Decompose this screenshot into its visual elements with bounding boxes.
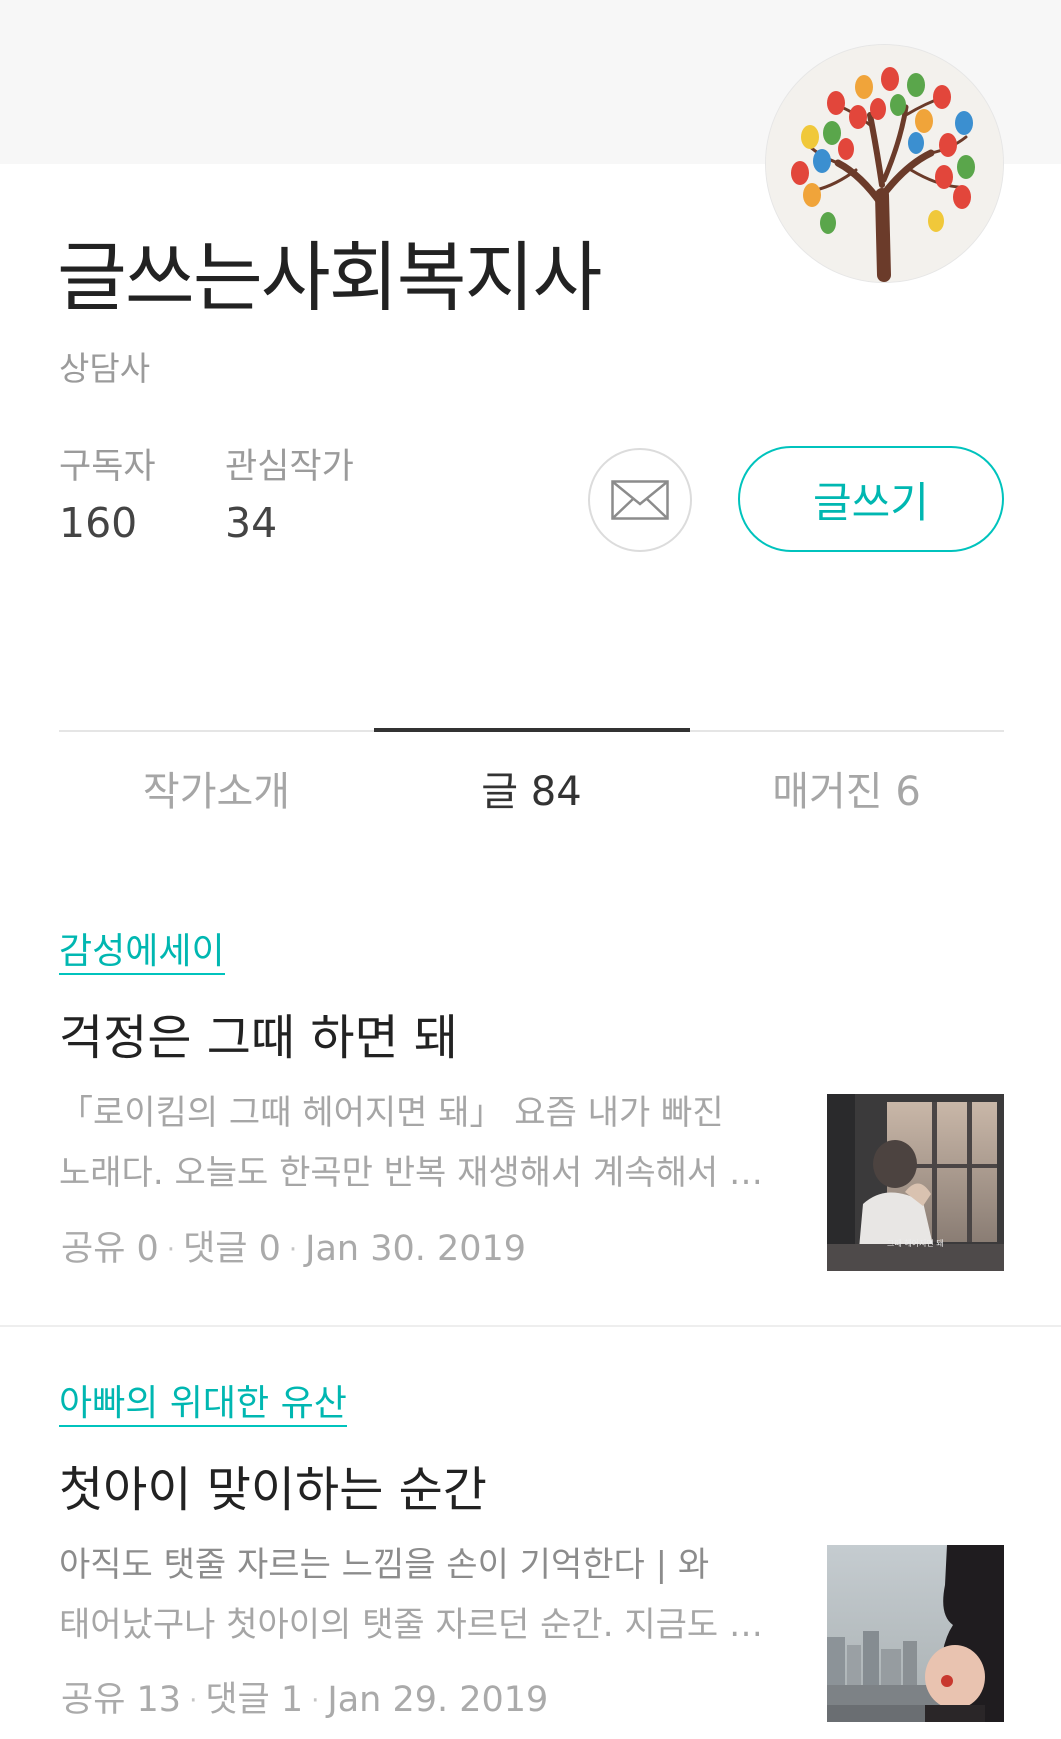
thumbnail-image (827, 1545, 1004, 1722)
tab-magazines[interactable]: 매거진 6 (689, 772, 1004, 812)
article-excerpt[interactable]: 아직도 탯줄 자르는 느낌을 손이 기억한다 | 와 태어났구나 첫아이의 탯줄… (59, 1535, 759, 1655)
author-name: 글쓰는사회복지사 (57, 233, 602, 322)
author-avatar[interactable] (766, 45, 1003, 282)
article-thumbnail[interactable] (827, 1545, 1004, 1722)
article-date: Jan 30. 2019 (305, 1229, 527, 1269)
following-label: 관심작가 (225, 447, 354, 487)
article-title[interactable]: 첫아이 맞이하는 순간 (59, 1466, 487, 1514)
thumbnail-caption: 그때 헤어지면 돼 (887, 1238, 944, 1248)
article-date: Jan 29. 2019 (327, 1680, 549, 1720)
article-category-link[interactable]: 감성에세이 (59, 930, 225, 976)
author-role: 상담사 (59, 349, 151, 388)
article-divider (0, 1325, 1061, 1327)
message-button[interactable] (588, 448, 692, 552)
article-meta: 공유 0 · 댓글 0 · Jan 30. 2019 (61, 1229, 527, 1269)
excerpt-line: 아직도 탯줄 자르는 느낌을 손이 기억한다 | 와 (59, 1545, 710, 1585)
subscribers-count: 160 (59, 499, 138, 547)
subscribers-label: 구독자 (59, 447, 156, 487)
write-button[interactable]: 글쓰기 (738, 446, 1004, 552)
comment-count: 댓글 1 (205, 1680, 304, 1720)
article-title[interactable]: 걱정은 그때 하면 돼 (59, 1014, 458, 1062)
comment-count: 댓글 0 (183, 1229, 281, 1269)
following-count: 34 (225, 499, 278, 547)
tree-avatar-icon (766, 45, 1003, 282)
thumbnail-image: 그때 헤어지면 돼 (827, 1094, 1004, 1271)
excerpt-line: 태어났구나 첫아이의 탯줄 자르던 순간. 지금도 … (59, 1605, 759, 1645)
tab-posts[interactable]: 글 84 (374, 772, 689, 812)
article-category-link[interactable]: 아빠의 위대한 유산 (59, 1382, 347, 1428)
envelope-icon (611, 480, 669, 520)
article-excerpt[interactable]: 「로이킴의 그때 헤어지면 돼」 요즘 내가 빠진 노래다. 오늘도 한곡만 반… (59, 1083, 759, 1203)
following-stat[interactable]: 관심작가 34 (225, 450, 354, 544)
share-count: 공유 13 (61, 1680, 182, 1720)
excerpt-line: 노래다. 오늘도 한곡만 반복 재생해서 계속해서 … (59, 1153, 759, 1193)
share-count: 공유 0 (61, 1229, 159, 1269)
excerpt-line: 「로이킴의 그때 헤어지면 돼」 요즘 내가 빠진 (59, 1093, 724, 1133)
article-thumbnail[interactable]: 그때 헤어지면 돼 (827, 1094, 1004, 1271)
article-meta: 공유 13 · 댓글 1 · Jan 29. 2019 (61, 1680, 549, 1720)
tab-author-intro[interactable]: 작가소개 (59, 772, 374, 812)
subscribers-stat[interactable]: 구독자 160 (59, 450, 156, 544)
active-tab-indicator (374, 728, 690, 732)
